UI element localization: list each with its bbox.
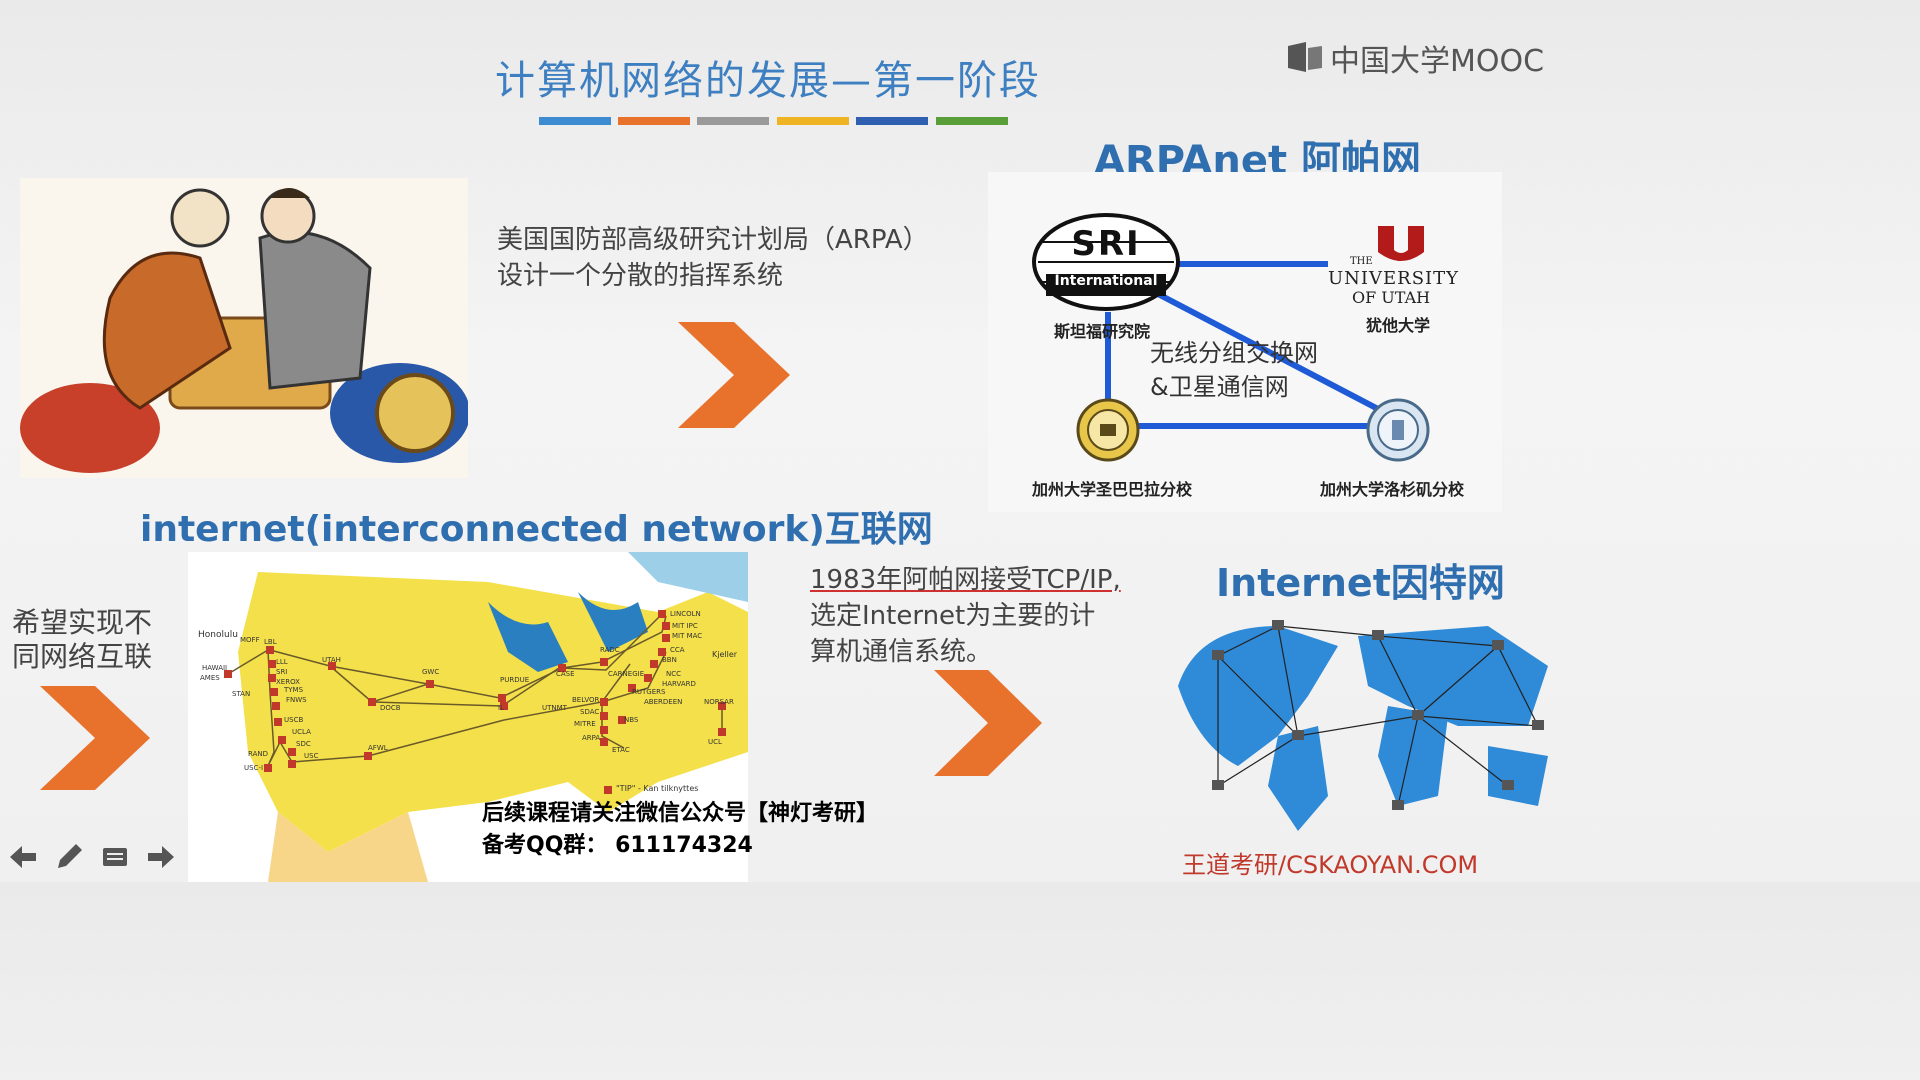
map-label-afwl: AFWL — [368, 744, 388, 752]
interconnect-line-1: 希望实现不 — [12, 606, 153, 639]
map-label-hawaii: HAWAII — [202, 664, 228, 672]
map-label-ncc: NCC — [666, 670, 682, 678]
world-network-map-icon — [1178, 620, 1548, 831]
map-label-lbl: LBL — [264, 638, 277, 646]
world-network-map — [1158, 606, 1558, 836]
ucsb-seal-icon — [1076, 398, 1140, 462]
map-label-norsar: NORSAR — [704, 698, 734, 706]
map-label-fnws: FNWS — [286, 696, 307, 704]
title-bar-blue — [539, 117, 611, 125]
map-label-aberdeen: ABERDEEN — [644, 698, 683, 706]
map-label-sri: SRI — [276, 668, 288, 676]
map-label-utah: UTAH — [322, 656, 341, 664]
slide-nav-toolbar — [8, 842, 176, 872]
map-label-uscb: USCB — [284, 716, 304, 724]
map-label-bbn: BBN — [662, 656, 677, 664]
map-label-arpa: ARPA — [582, 734, 601, 742]
map-label-rutgers: RUTGERS — [632, 688, 666, 696]
map-label-sdc: SDC — [296, 740, 311, 748]
map-label-cca: CCA — [670, 646, 685, 654]
map-label-moff: MOFF — [240, 636, 260, 644]
utah-logo-the: THE — [1350, 256, 1373, 267]
map-label-etac: ETAC — [612, 746, 630, 754]
utah-label: 犹他大学 — [1366, 316, 1431, 335]
map-label-mit-mac: MIT MAC — [672, 632, 703, 640]
arpanet-center-text: 无线分组交换网 &卫星通信网 — [1150, 336, 1318, 404]
map-label-mitre: MITRE — [574, 720, 596, 728]
map-label-ames: AMES — [200, 674, 220, 682]
map-label-honolulu: Honolulu — [198, 630, 238, 640]
map-label-gwc: GWC — [422, 668, 440, 676]
arrow-left-icon[interactable] — [8, 842, 38, 872]
mooc-logo-icon — [1288, 42, 1322, 72]
ucla-label: 加州大学洛杉矶分校 — [1320, 480, 1465, 499]
utah-logo-icon — [1378, 226, 1424, 261]
map-label-mit-ipc: MIT IPC — [672, 622, 698, 630]
map-label-tip: "TIP" - Kan tilknyttes — [616, 784, 699, 793]
utah-logo-university: UNIVERSITY — [1328, 268, 1460, 289]
map-label-nbs: NBS — [624, 716, 639, 724]
menu-icon[interactable] — [100, 842, 130, 872]
arpa-description: 美国国防部高级研究计划局（ARPA） 设计一个分散的指挥系统 — [497, 222, 987, 294]
map-label-kjeller: Kjeller — [712, 650, 738, 659]
map-label-xerox: XEROX — [276, 678, 300, 686]
map-label-lincoln: LINCOLN — [670, 610, 701, 618]
map-label-lll: LLL — [276, 658, 288, 666]
tcpip-line-1: 1983年阿帕网接受TCP/IP, — [810, 565, 1121, 595]
chevron-right-icon — [934, 670, 1042, 776]
footer-tip: 后续课程请关注微信公众号【神灯考研】 备考QQ群： 611174324 — [482, 798, 878, 862]
map-label-ucla: UCLA — [292, 728, 311, 736]
map-label-purdue: PURDUE — [500, 676, 530, 684]
sri-label: 斯坦福研究院 — [1054, 322, 1151, 341]
arrow-right-icon[interactable] — [146, 842, 176, 872]
cold-war-cartoon-icon — [20, 178, 468, 478]
sri-logo-text: SRI — [1071, 224, 1141, 264]
internet-world-heading: Internet因特网 — [1216, 561, 1505, 605]
title-bar-orange — [618, 117, 690, 125]
mooc-logo: 中国大学MOOC — [1286, 36, 1544, 80]
utah-logo-ofutah: OF UTAH — [1352, 288, 1431, 307]
sri-logo-subtext: International — [1054, 273, 1158, 289]
map-label-radc: RADC — [600, 646, 620, 654]
footer-tip-line-2: 备考QQ群： 611174324 — [482, 833, 753, 858]
arpanet-center-line-1: 无线分组交换网 — [1150, 339, 1318, 367]
title-bar-yellow — [777, 117, 849, 125]
mooc-logo-text: 中国大学MOOC — [1330, 44, 1545, 79]
tcpip-line-3: 算机通信系统。 — [810, 637, 993, 667]
map-label-docb: DOCB — [380, 704, 401, 712]
title-bar-navy — [856, 117, 928, 125]
title-bar-gray — [697, 117, 769, 125]
arpa-line-2: 设计一个分散的指挥系统 — [497, 261, 784, 291]
arpa-line-1: 美国国防部高级研究计划局（ARPA） — [497, 225, 929, 255]
arpanet-center-line-2: &卫星通信网 — [1150, 373, 1289, 401]
map-label-belvor: BELVOR — [572, 696, 600, 704]
arpanet-diagram: SRI International 斯坦福研究院 THE UNIVERSITY … — [988, 172, 1502, 512]
map-label-ucl: UCL — [708, 738, 722, 746]
map-label-il: IL — [498, 704, 504, 712]
map-label-harvard: HARVARD — [662, 680, 696, 688]
ucsb-label: 加州大学圣巴巴拉分校 — [1032, 480, 1193, 499]
title-bar-green — [936, 117, 1008, 125]
map-label-utnmt: UTNMT — [542, 704, 567, 712]
map-label-sdac: SDAC — [580, 708, 600, 716]
cold-war-cartoon-image — [20, 178, 468, 478]
map-label-case: CASE — [556, 670, 575, 678]
internet-heading: internet(interconnected network)互联网 — [140, 509, 933, 550]
map-label-stan: STAN — [232, 690, 251, 698]
map-label-tyms: TYMS — [284, 686, 304, 694]
tcpip-description: 1983年阿帕网接受TCP/IP, 选定Internet为主要的计 算机通信系统… — [810, 562, 1150, 670]
footer-brand: 王道考研/CSKAOYAN.COM — [1182, 851, 1479, 879]
pen-icon[interactable] — [54, 842, 84, 872]
map-label-carnegie: CARNEGIE — [608, 670, 645, 678]
ucla-seal-icon — [1366, 398, 1430, 462]
interconnect-line-2: 同网络互联 — [12, 640, 153, 673]
map-label-usc-i: USC-I — [244, 764, 264, 772]
chevron-right-icon — [40, 686, 150, 790]
tcpip-line-2: 选定Internet为主要的计 — [810, 601, 1096, 631]
map-label-usc: USC — [304, 752, 319, 760]
interconnect-hope-text: 希望实现不 同网络互联 — [12, 606, 152, 674]
map-label-rand: RAND — [248, 750, 268, 758]
footer-tip-line-1: 后续课程请关注微信公众号【神灯考研】 — [482, 801, 879, 826]
chevron-right-icon — [678, 322, 790, 428]
